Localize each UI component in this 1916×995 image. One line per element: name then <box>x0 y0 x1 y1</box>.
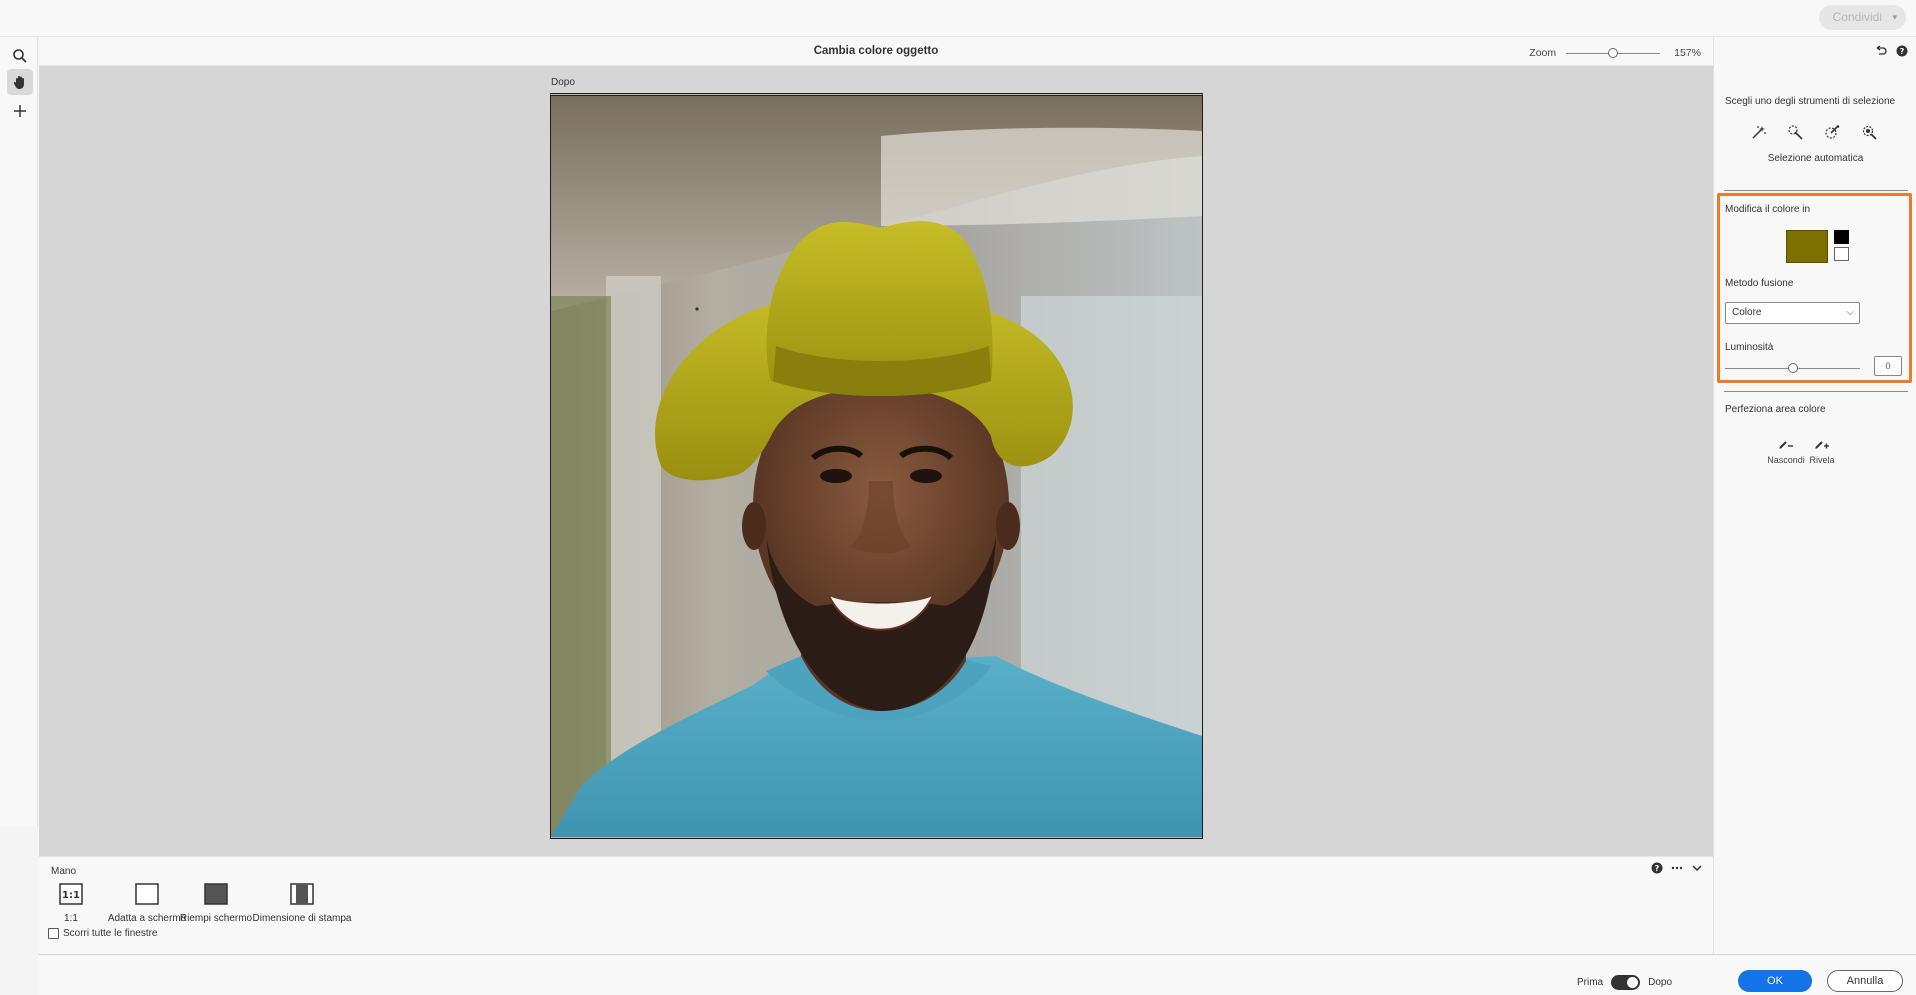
quick-selection-icon[interactable] <box>1787 124 1804 141</box>
after-label: Dopo <box>1648 977 1673 988</box>
actual-size-icon: 1:1 <box>51 879 91 909</box>
selection-title: Scegli uno degli strumenti di selezione <box>1725 96 1896 107</box>
plus-icon <box>14 105 26 117</box>
divider <box>1724 190 1908 191</box>
right-panel: ? Scegli uno degli strumenti di selezion… <box>1713 37 1916 995</box>
chevron-down-icon: ⌵ <box>1846 307 1854 318</box>
actual-size-label: 1:1 <box>64 913 78 924</box>
hide-brush-label: Nascondi <box>1767 455 1805 465</box>
help-icon[interactable]: ? <box>1896 45 1908 57</box>
divider <box>1724 391 1908 392</box>
change-color-title: Modifica il colore in <box>1725 204 1811 215</box>
selection-tools <box>1750 124 1878 141</box>
help-icon[interactable]: ? <box>1651 862 1663 874</box>
foreground-color-swatch[interactable] <box>1834 230 1849 244</box>
brightness-slider[interactable] <box>1725 362 1860 374</box>
chevron-down-icon[interactable] <box>1691 862 1703 874</box>
canvas-header: Cambia colore oggetto Zoom 157% <box>39 37 1713 66</box>
document-title: Cambia colore oggetto <box>813 45 939 57</box>
options-bar-icons: ? <box>1651 862 1703 874</box>
canvas-area[interactable]: Dopo <box>39 66 1713 856</box>
share-button-label: Condividi <box>1832 10 1882 24</box>
print-size-icon <box>252 879 352 909</box>
print-size-label: Dimensione di stampa <box>252 913 352 924</box>
scroll-all-checkbox[interactable]: Scorri tutte le finestre <box>48 928 157 939</box>
before-after-switch[interactable] <box>1611 975 1641 990</box>
reveal-brush-label: Rivela <box>1809 455 1835 465</box>
print-size-button[interactable]: Dimensione di stampa <box>252 879 352 924</box>
fill-screen-icon <box>176 879 256 909</box>
selection-mode-label: Selezione automatica <box>1767 153 1864 164</box>
fill-screen-label: Riempi schermo <box>179 913 253 924</box>
switch-knob <box>1627 977 1639 988</box>
brush-minus-icon <box>1766 432 1806 452</box>
add-tool[interactable] <box>7 98 33 124</box>
object-selection-icon[interactable] <box>1861 124 1878 141</box>
checkbox-box[interactable] <box>48 928 59 939</box>
left-toolbar <box>0 37 38 827</box>
auto-selection-icon[interactable] <box>1824 124 1841 141</box>
hand-icon <box>13 76 24 89</box>
svg-text:?: ? <box>1655 864 1660 873</box>
background-color-swatch[interactable] <box>1834 247 1849 261</box>
refine-area-title: Perfeziona area colore <box>1725 404 1826 415</box>
brightness-slider-thumb[interactable] <box>1788 363 1798 373</box>
blend-mode-title: Metodo fusione <box>1725 278 1794 289</box>
brightness-title: Luminosità <box>1725 342 1774 353</box>
reset-icon[interactable] <box>1876 45 1888 57</box>
panel-top-icons: ? <box>1876 45 1908 57</box>
photo-preview[interactable] <box>550 93 1203 839</box>
hand-tool[interactable] <box>7 69 33 95</box>
brush-plus-icon <box>1802 432 1842 452</box>
blend-mode-select[interactable]: Colore ⌵ <box>1725 302 1860 324</box>
zoom-value: 157% <box>1674 47 1701 59</box>
zoom-slider-thumb[interactable] <box>1608 48 1619 58</box>
actual-size-button[interactable]: 1:1 1:1 <box>51 879 91 924</box>
actual-size-icon-text: 1:1 <box>62 890 80 901</box>
zoom-label: Zoom <box>1529 47 1557 59</box>
target-color-swatch[interactable] <box>1786 230 1828 263</box>
hide-brush-tool[interactable]: Nascondi <box>1766 432 1806 465</box>
fit-screen-label: Adatta a schermo <box>107 913 187 924</box>
before-label: Prima <box>1577 977 1604 988</box>
view-label: Dopo <box>551 77 575 88</box>
zoom-control: Zoom 157% <box>1529 46 1701 60</box>
blend-mode-value: Colore <box>1732 307 1762 318</box>
zoom-tool[interactable] <box>7 43 33 69</box>
scroll-all-label: Scorri tutte le finestre <box>63 928 158 939</box>
share-button[interactable]: Condividi ▾ <box>1818 5 1906 30</box>
more-icon[interactable] <box>1671 862 1683 874</box>
magic-wand-icon[interactable] <box>1750 124 1767 141</box>
dialog-footer <box>39 954 1713 995</box>
before-after-toggle: Prima Dopo <box>1577 975 1672 990</box>
reveal-brush-tool[interactable]: Rivela <box>1802 432 1842 465</box>
svg-text:?: ? <box>1900 47 1905 56</box>
ok-button[interactable]: OK <box>1738 970 1812 992</box>
cancel-button[interactable]: Annulla <box>1827 970 1903 992</box>
fill-screen-button[interactable]: Riempi schermo <box>176 879 256 924</box>
chevron-down-icon: ▾ <box>1892 12 1897 22</box>
zoom-slider[interactable] <box>1566 46 1661 60</box>
brightness-input[interactable]: 0 <box>1874 356 1902 376</box>
tool-options-title: Mano <box>51 866 77 877</box>
top-bar: Condividi ▾ <box>0 0 1916 37</box>
search-icon <box>13 49 27 63</box>
portrait-image <box>551 96 1202 837</box>
tool-options-bar: Mano 1:1 1:1 Adatta a schermo Riempi sch… <box>39 856 1713 954</box>
